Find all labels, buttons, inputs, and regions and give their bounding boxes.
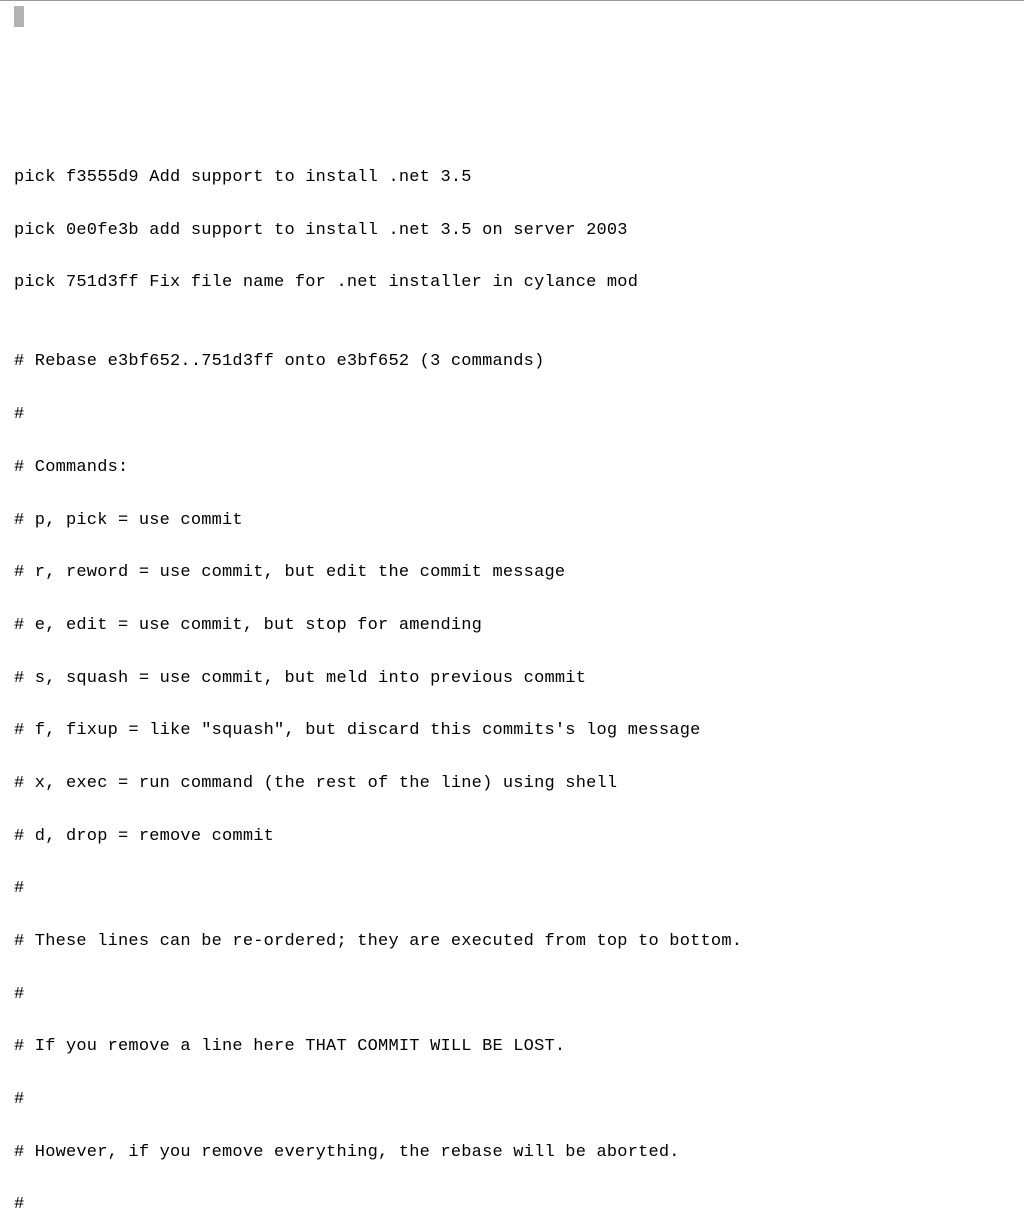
git-rebase-editor[interactable]: pick f3555d9 Add support to install .net… — [14, 139, 1010, 1216]
rebase-comment[interactable]: # — [14, 1192, 1010, 1216]
rebase-comment[interactable]: # — [14, 402, 1010, 428]
rebase-comment[interactable]: # However, if you remove everything, the… — [14, 1140, 1010, 1166]
rebase-line[interactable]: pick 751d3ff Fix file name for .net inst… — [14, 270, 1010, 296]
rebase-comment[interactable]: # d, drop = remove commit — [14, 824, 1010, 850]
rebase-comment[interactable]: # p, pick = use commit — [14, 508, 1010, 534]
rebase-comment[interactable]: # — [14, 982, 1010, 1008]
rebase-comment[interactable]: # r, reword = use commit, but edit the c… — [14, 560, 1010, 586]
rebase-comment[interactable]: # Commands: — [14, 455, 1010, 481]
rebase-line[interactable]: pick 0e0fe3b add support to install .net… — [14, 218, 1010, 244]
rebase-comment[interactable]: # If you remove a line here THAT COMMIT … — [14, 1034, 1010, 1060]
rebase-comment[interactable]: # x, exec = run command (the rest of the… — [14, 771, 1010, 797]
rebase-comment[interactable]: # f, fixup = like "squash", but discard … — [14, 718, 1010, 744]
rebase-comment[interactable]: # e, edit = use commit, but stop for ame… — [14, 613, 1010, 639]
rebase-comment[interactable]: # — [14, 876, 1010, 902]
rebase-comment[interactable]: # — [14, 1087, 1010, 1113]
rebase-comment[interactable]: # s, squash = use commit, but meld into … — [14, 666, 1010, 692]
rebase-line[interactable]: pick f3555d9 Add support to install .net… — [14, 165, 1010, 191]
cursor-block — [14, 6, 24, 27]
rebase-comment[interactable]: # These lines can be re-ordered; they ar… — [14, 929, 1010, 955]
rebase-comment[interactable]: # Rebase e3bf652..751d3ff onto e3bf652 (… — [14, 349, 1010, 375]
